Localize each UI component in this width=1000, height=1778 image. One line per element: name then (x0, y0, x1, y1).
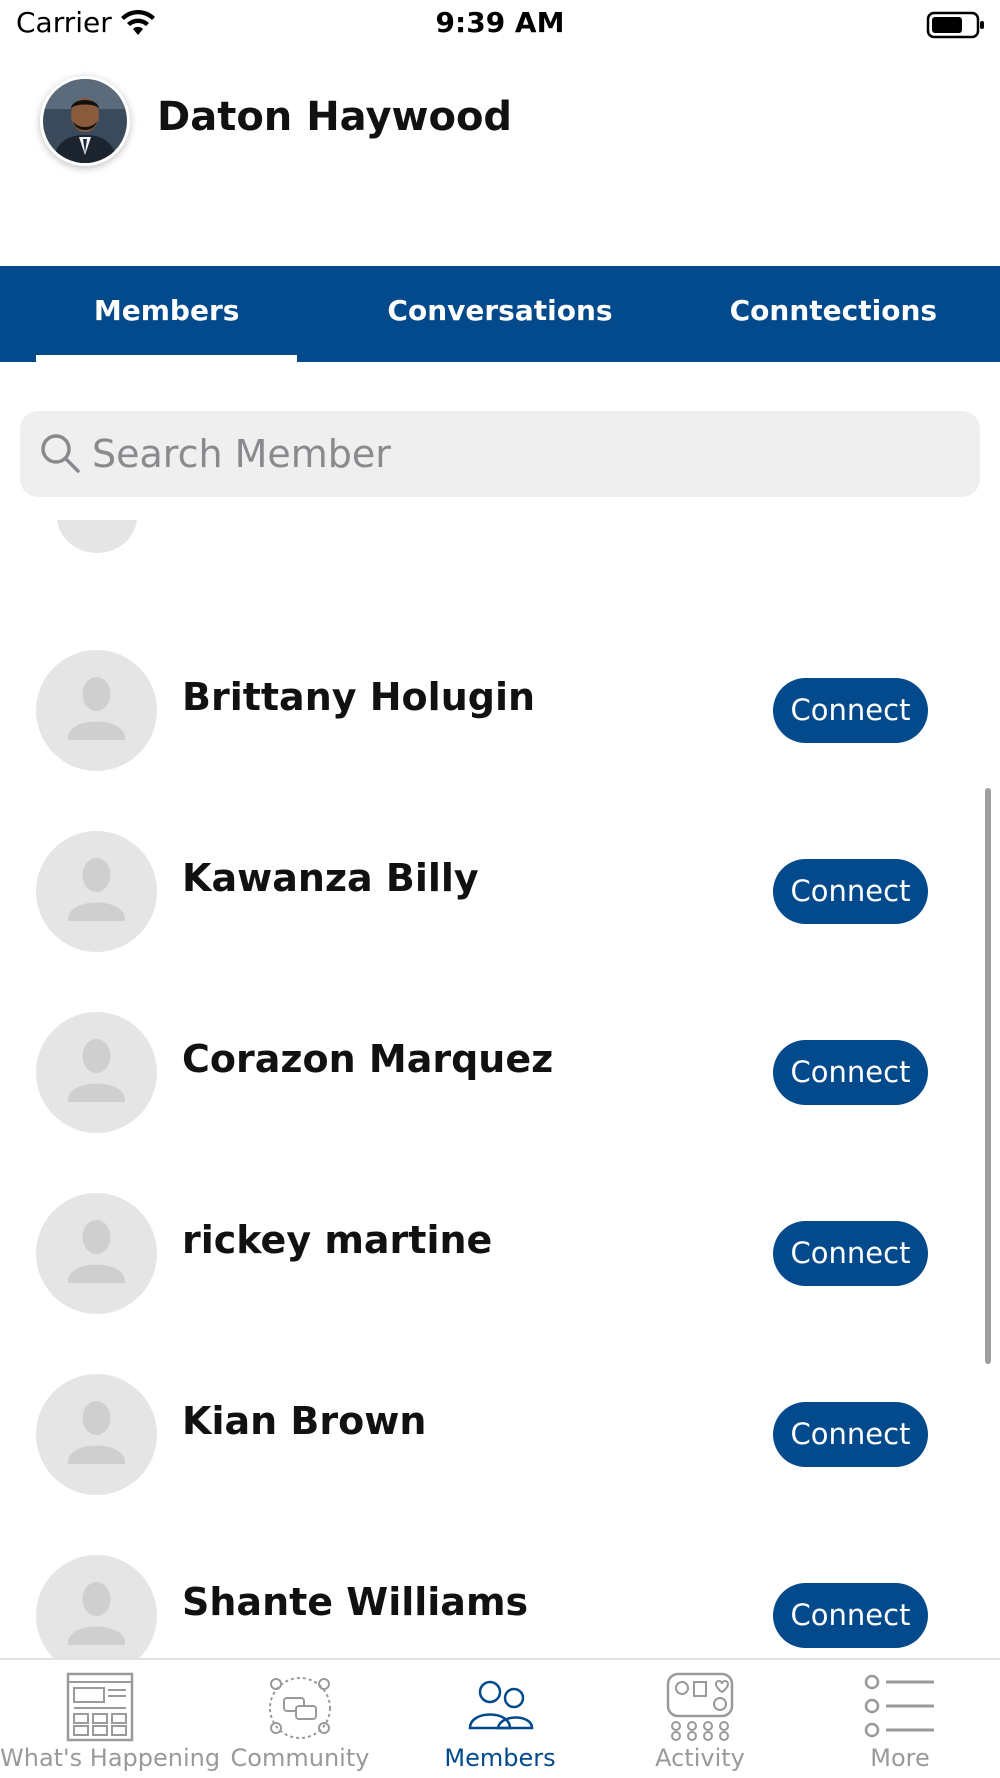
battery-icon (926, 11, 984, 39)
member-name: rickey martine (182, 1218, 493, 1262)
status-bar: Carrier 9:39 AM (0, 0, 1000, 52)
list-icon (864, 1674, 934, 1738)
tab-bar: Members Conversations Conntections (0, 266, 1000, 362)
member-name: Kawanza Billy (182, 856, 479, 900)
nav-item-community[interactable]: Community (200, 1660, 400, 1778)
member-row[interactable]: Shante Williams Connect (0, 1520, 1000, 1660)
member-row[interactable]: rickey martine Connect (0, 1158, 1000, 1339)
search-input[interactable] (92, 411, 952, 497)
connect-button[interactable]: Connect (773, 1221, 928, 1286)
members-screen: Carrier 9:39 AM Daton Haywood Members Co… (0, 0, 1000, 1778)
tab-connections[interactable]: Conntections (667, 266, 1000, 362)
person-icon (68, 1039, 125, 1102)
member-avatar (36, 1012, 157, 1133)
connect-button[interactable]: Connect (773, 1583, 928, 1648)
community-icon (269, 1677, 331, 1739)
person-icon (68, 858, 125, 921)
connect-button[interactable]: Connect (773, 1402, 928, 1467)
member-avatar (36, 650, 157, 771)
member-avatar (57, 520, 137, 553)
bottom-nav: What's Happening Community Members Activ… (0, 1658, 1000, 1778)
nav-label: What's Happening (0, 1744, 221, 1772)
member-avatar (36, 1193, 157, 1314)
activity-icon (666, 1672, 734, 1741)
scroll-indicator[interactable] (985, 788, 991, 1364)
nav-label: Members (444, 1744, 556, 1772)
person-icon (68, 1582, 125, 1645)
connect-button[interactable]: Connect (773, 1040, 928, 1105)
search-icon (41, 434, 80, 473)
nav-label: Activity (655, 1744, 745, 1772)
member-row[interactable]: Kian Brown Connect (0, 1339, 1000, 1520)
members-icon (468, 1680, 534, 1730)
member-row[interactable]: Brittany Holugin Connect (0, 615, 1000, 796)
member-list[interactable]: Brittany Holugin Connect Kawanza Billy C… (0, 520, 1000, 1660)
member-name: Kian Brown (182, 1399, 427, 1443)
tab-conversations[interactable]: Conversations (333, 266, 666, 362)
nav-item-members[interactable]: Members (400, 1660, 600, 1778)
nav-item-more[interactable]: More (800, 1660, 1000, 1778)
connect-button[interactable]: Connect (773, 678, 928, 743)
person-icon (68, 1220, 125, 1283)
tab-members[interactable]: Members (0, 266, 333, 362)
nav-label: More (870, 1744, 930, 1772)
newspaper-icon (66, 1672, 134, 1742)
search-bar[interactable] (20, 411, 980, 497)
profile-avatar[interactable] (40, 76, 130, 166)
member-name: Shante Williams (182, 1580, 529, 1624)
person-icon (68, 1401, 125, 1464)
profile-name: Daton Haywood (157, 94, 513, 140)
profile-header: Daton Haywood (0, 60, 1000, 250)
nav-item-activity[interactable]: Activity (600, 1660, 800, 1778)
person-icon (68, 677, 125, 740)
member-row[interactable]: Kawanza Billy Connect (0, 796, 1000, 977)
member-row[interactable]: Corazon Marquez Connect (0, 977, 1000, 1158)
profile-photo (43, 79, 127, 163)
nav-item-whats-happening[interactable]: What's Happening (0, 1660, 221, 1778)
member-avatar (36, 1374, 157, 1495)
member-avatar (36, 1555, 157, 1660)
member-name: Brittany Holugin (182, 675, 536, 719)
nav-label: Community (230, 1744, 370, 1772)
connect-button[interactable]: Connect (773, 859, 928, 924)
member-avatar (36, 831, 157, 952)
member-name: Corazon Marquez (182, 1037, 554, 1081)
status-time: 9:39 AM (435, 6, 565, 39)
